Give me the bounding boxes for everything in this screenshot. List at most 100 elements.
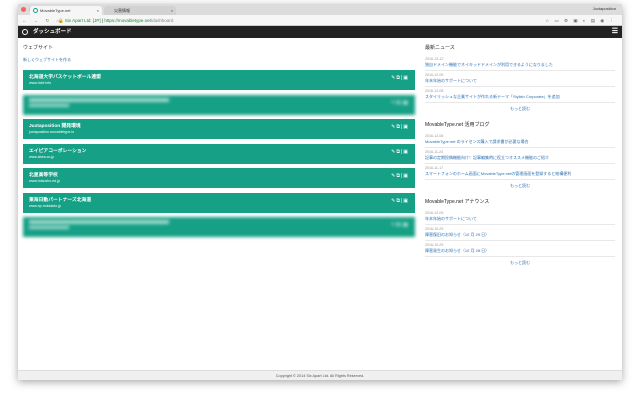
news-date: 2016-10-29 <box>425 226 444 231</box>
website-domain[interactable]: www.np-hokkaido.jp <box>29 204 409 208</box>
external-link-icon[interactable]: ⧉ <box>396 149 401 155</box>
website-name[interactable]: 東海日動パートナーズ北海道 <box>29 196 409 203</box>
website-domain[interactable] <box>29 226 69 229</box>
settings-icon[interactable]: ▣ <box>403 124 409 130</box>
close-tab-icon[interactable]: × <box>97 6 99 15</box>
settings-icon[interactable]: ▣ <box>403 75 409 81</box>
news-item: 2016-12-12 独自ドメイン機能でネイキッドドメインが利用できるようになりま… <box>425 55 615 71</box>
news-item: 2016-12-09 年末年始のサポートについて <box>425 71 615 87</box>
website-card[interactable]: 北海道大学バスケットボール連盟 www.hcbf.info ✎⧉|▣ <box>23 70 415 90</box>
menu-icon[interactable]: ☰ <box>612 26 618 38</box>
read-more-link[interactable]: もっと読む <box>425 260 615 266</box>
news-date: 2016-11-24 <box>425 149 444 154</box>
website-name[interactable] <box>29 220 169 224</box>
url-path: /dashboard <box>150 18 174 23</box>
news-column: 最新ニュース 2016-12-12 独自ドメイン機能でネイキッドドメインが利用できる… <box>425 44 615 275</box>
news-date: 2016-12-08 <box>425 88 444 93</box>
tab-movabletype[interactable]: MovableType.net × <box>30 6 102 15</box>
news-date: 2016-12-06 <box>425 133 444 138</box>
external-link-icon[interactable]: ⧉ <box>396 173 401 179</box>
read-more-link[interactable]: もっと読む <box>425 183 615 189</box>
tab-label: MovableType.net <box>40 8 71 13</box>
extension-icons[interactable]: ☆ ▭ ⚙ ▣ ◐ ▤ ◉ ⋮ <box>545 15 616 26</box>
website-domain[interactable]: www.abea.co.jp <box>29 155 409 159</box>
external-link-icon[interactable]: ⧉ <box>396 124 401 130</box>
website-actions: ✎⧉|▣ <box>391 173 409 179</box>
website-domain[interactable] <box>29 103 69 107</box>
news-link[interactable]: 障害復旧のお知らせ（10 月 29 日） <box>425 232 615 238</box>
website-card[interactable]: エイピアコーポレーション www.abea.co.jp ✎⧉|▣ <box>23 143 415 164</box>
website-card[interactable]: Juxtaposition 開発環境 juxtaposition.movablet… <box>23 119 415 139</box>
url-host: https://movabletype.net <box>104 18 151 23</box>
website-actions: ✎⧉|▣ <box>391 197 409 204</box>
news-item: 2016-10-29 障害復旧のお知らせ（10 月 29 日） <box>425 225 615 241</box>
close-window-button[interactable] <box>21 7 26 12</box>
read-more-link[interactable]: もっと読む <box>425 106 615 112</box>
website-actions: ✎⧉|▣ <box>391 99 409 106</box>
news-item: 2016-12-09 年末年始のサポートについて <box>425 209 615 225</box>
news-link[interactable]: MovableType.net のライセンス購入で請求書が必要な場合 <box>425 139 615 145</box>
news-link[interactable]: 年末年始のサポートについて <box>425 78 615 84</box>
news-date: 2016-12-09 <box>425 210 444 215</box>
website-domain[interactable]: juxtaposition.movabletype.io <box>29 130 409 134</box>
external-link-icon[interactable]: ⧉ <box>396 75 401 81</box>
external-link-icon[interactable]: ⧉ <box>396 100 401 106</box>
website-name[interactable] <box>29 97 169 102</box>
settings-icon[interactable]: ▣ <box>403 198 409 204</box>
news-link[interactable]: スマートフォンのホーム画面にMovableType.netの管理画面を登録すると… <box>425 171 615 177</box>
news-item: 2016-11-17 スマートフォンのホーム画面にMovableType.netの… <box>425 164 615 180</box>
website-domain[interactable]: www.hcbf.info <box>29 81 409 85</box>
external-link-icon[interactable]: ⧉ <box>396 222 401 228</box>
nav-buttons[interactable]: ← → ↻ ⌂ <box>22 15 62 26</box>
external-link-icon[interactable]: ⧉ <box>396 198 401 204</box>
news-date: 2016-10-29 <box>425 242 444 247</box>
website-name[interactable]: エイピアコーポレーション <box>29 147 409 154</box>
website-card[interactable]: ✎⧉|▣ <box>23 94 415 115</box>
lock-icon: 🔒 <box>58 18 64 23</box>
news-link[interactable]: 年末年始のサポートについて <box>425 216 615 222</box>
website-card[interactable]: 北星高等学校 www.hokusho.ed.jp ✎⧉|▣ <box>23 168 415 188</box>
settings-icon[interactable]: ▣ <box>403 149 409 155</box>
website-actions: ✎⧉|▣ <box>391 124 409 130</box>
news-link[interactable]: スタイリッシュな企業サイトが作れる新テーマ「Stylish Corporate」… <box>425 94 615 100</box>
news-heading: 最新ニュース <box>425 45 455 51</box>
news-item: 2016-12-06 MovableType.net のライセンス購入で請求書が必… <box>425 132 615 148</box>
news-heading: MovableType.net 活用ブログ <box>425 122 490 128</box>
settings-icon[interactable]: ▣ <box>403 100 409 106</box>
news-link[interactable]: 記事の定期投稿機能向け！記事編集時に役立つオススメ機能のご紹介 <box>425 155 615 161</box>
website-name[interactable]: 北星高等学校 <box>29 171 409 178</box>
secure-label: Six Apart Ltd. [JP] <box>64 18 101 23</box>
tab-bar: MovableType.net × 災害情報 × Juxtaposition <box>18 4 622 15</box>
site-favicon-icon <box>33 8 38 13</box>
website-name[interactable]: Juxtaposition 開発環境 <box>29 122 409 129</box>
settings-icon[interactable]: ▣ <box>403 222 409 228</box>
website-actions: ✎⧉|▣ <box>391 75 409 81</box>
news-item: 2016-11-24 記事の定期投稿機能向け！記事編集時に役立つオススメ機能のご紹… <box>425 148 615 164</box>
website-domain[interactable]: www.hokusho.ed.jp <box>29 179 409 183</box>
tab-disaster-info[interactable]: 災害情報 × <box>104 6 176 15</box>
page-title: ダッシュボード <box>33 29 72 35</box>
news-date: 2016-12-12 <box>425 56 444 61</box>
website-card[interactable]: ✎⧉|▣ <box>23 217 415 237</box>
website-card[interactable]: 東海日動パートナーズ北海道 www.np-hokkaido.jp ✎⧉|▣ <box>23 192 415 213</box>
footer: Copyright © 2014 Six Apart Ltd. All Righ… <box>18 370 622 380</box>
news-section: MovableType.net 活用ブログ 2016-12-06 MovableTy… <box>425 121 615 189</box>
news-heading: MovableType.net アナウンス <box>425 199 490 205</box>
news-link[interactable]: 独自ドメイン機能でネイキッドドメインが利用できるようになりました <box>425 62 615 68</box>
app-header: ダッシュボード ☰ <box>18 26 622 38</box>
new-website-link[interactable]: 新しくウェブサイトを作る <box>23 57 415 63</box>
news-date: 2016-11-17 <box>425 165 444 170</box>
logo-icon[interactable] <box>22 29 28 35</box>
news-item: 2016-10-29 障害発生のお知らせ（10 月 28 日） <box>425 241 615 257</box>
news-section: 最新ニュース 2016-12-12 独自ドメイン機能でネイキッドドメインが利用できる… <box>425 44 615 112</box>
browser-user[interactable]: Juxtaposition <box>593 6 616 11</box>
close-tab-icon[interactable]: × <box>171 6 173 15</box>
url-field[interactable]: 🔒 Six Apart Ltd. [JP] | https://movablet… <box>58 15 173 26</box>
browser-window: MovableType.net × 災害情報 × Juxtaposition ← →… <box>18 4 622 380</box>
website-actions: ✎⧉|▣ <box>391 148 409 155</box>
website-name[interactable]: 北海道大学バスケットボール連盟 <box>29 73 409 80</box>
websites-heading: ウェブサイト <box>23 45 54 51</box>
news-link[interactable]: 障害発生のお知らせ（10 月 28 日） <box>425 248 615 254</box>
news-item: 2016-12-08 スタイリッシュな企業サイトが作れる新テーマ「Stylish … <box>425 87 615 103</box>
settings-icon[interactable]: ▣ <box>403 173 409 179</box>
